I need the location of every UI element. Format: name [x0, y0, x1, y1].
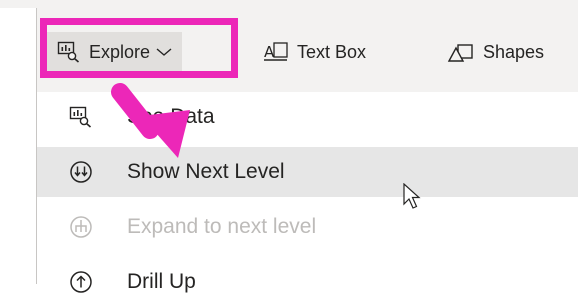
explore-label: Explore: [89, 41, 151, 62]
window-top-band: [0, 0, 578, 8]
explore-button[interactable]: Explore: [47, 32, 183, 72]
drill-up-icon: [69, 270, 93, 294]
expand-next-level-icon: [69, 215, 93, 239]
menu-item-label: Drill Up: [127, 270, 196, 293]
left-margin: [0, 8, 36, 284]
show-next-level-icon: [69, 160, 93, 184]
text-box-icon: A: [263, 41, 289, 63]
see-data-icon: [69, 106, 93, 128]
shapes-button[interactable]: Shapes: [447, 32, 544, 72]
menu-item-label: Expand to next level: [127, 215, 317, 238]
mouse-pointer-icon: [403, 182, 423, 216]
ribbon-toolbar: Explore A Text Box Shapes: [36, 8, 578, 92]
text-box-label: Text Box: [297, 41, 367, 62]
menu-item-label: Show Next Level: [127, 160, 285, 183]
shapes-label: Shapes: [483, 41, 545, 62]
menu-item-label: See Data: [127, 105, 215, 128]
chevron-down-icon: [156, 47, 172, 57]
shapes-icon: [447, 41, 475, 63]
menu-item-drill-up[interactable]: Drill Up: [37, 257, 578, 307]
menu-item-expand-to-next-level[interactable]: Expand to next level: [37, 202, 578, 252]
explore-icon: [57, 41, 81, 63]
menu-item-show-next-level[interactable]: Show Next Level: [37, 147, 578, 197]
text-box-button[interactable]: A Text Box: [263, 32, 366, 72]
menu-item-see-data[interactable]: See Data: [37, 92, 578, 142]
explore-dropdown-menu: See Data Show Next Level Expand to next …: [36, 92, 578, 293]
